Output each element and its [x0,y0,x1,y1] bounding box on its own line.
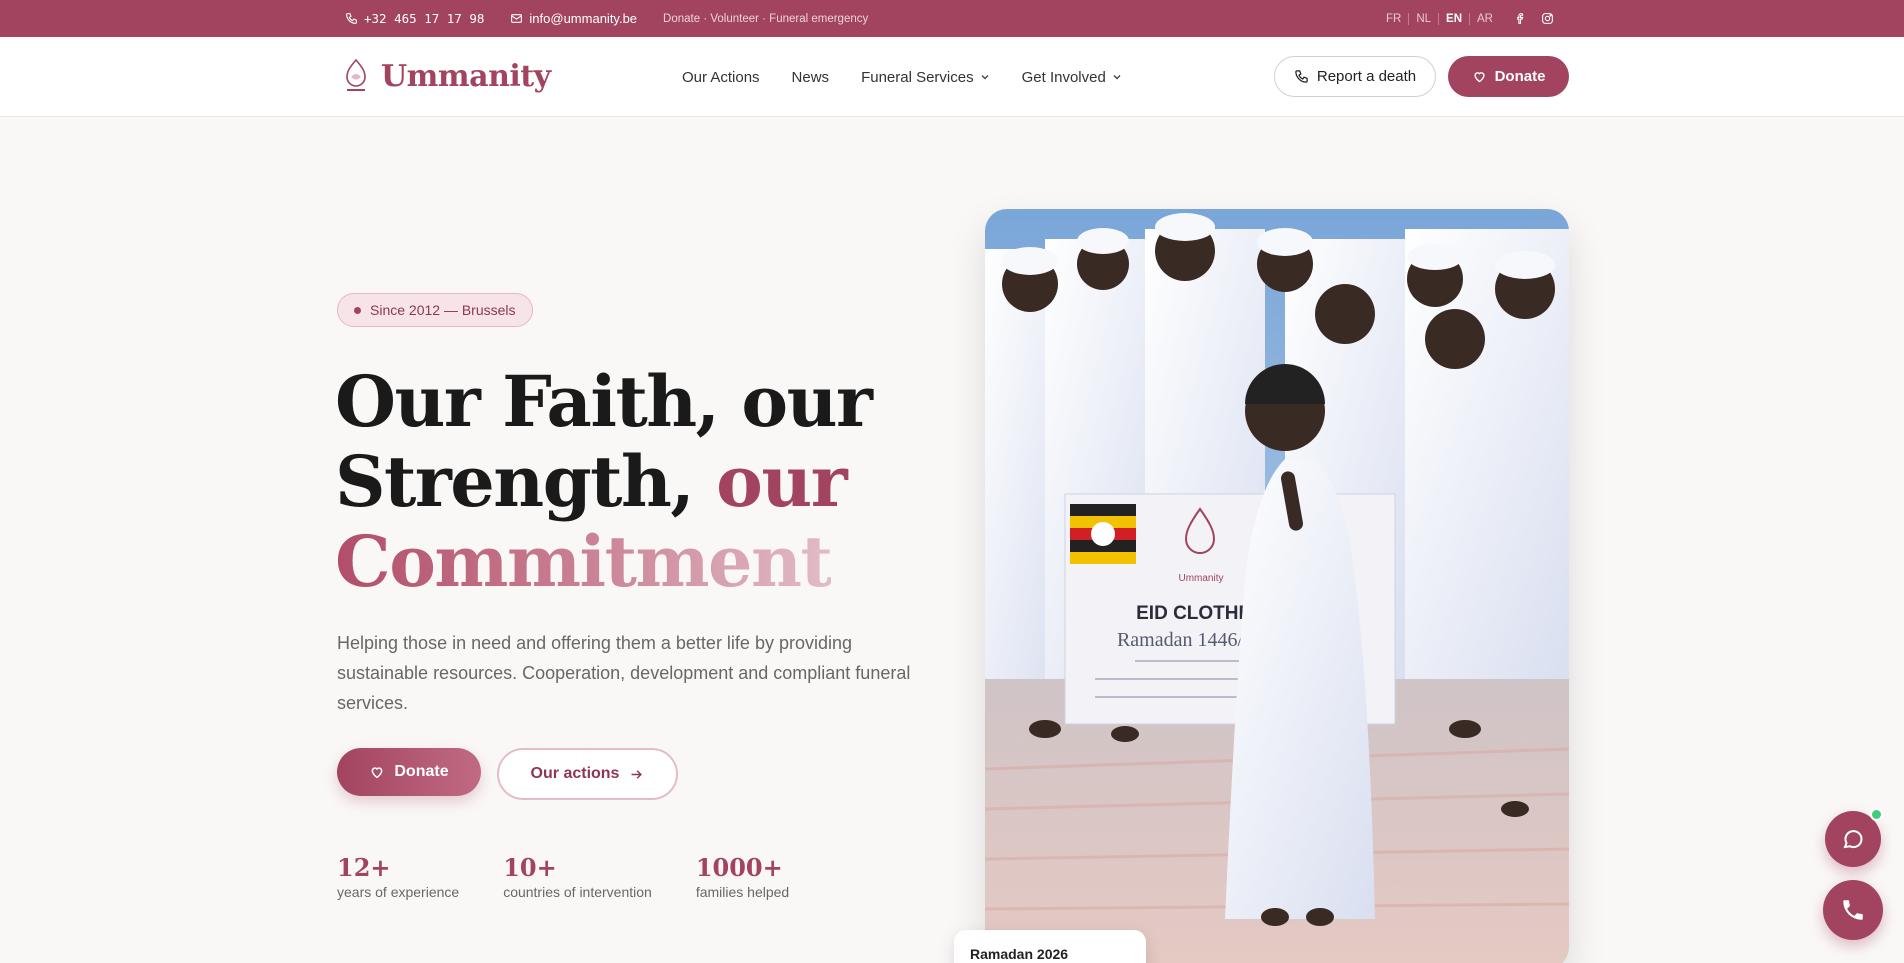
stat-label: families helped [695,884,790,900]
stats-row: 12+ years of experience 10+ countries of… [337,853,833,901]
phone-icon [1295,70,1308,83]
chevron-down-icon [981,75,989,80]
nav-our-actions-label: Our Actions [682,68,760,86]
nav-get-involved[interactable]: Get Involved [1022,69,1122,86]
phone-icon [1843,900,1863,920]
stat-label: years of experience [337,884,460,900]
badge-dot [354,306,361,314]
banner-brand: Ummanity [1178,573,1223,584]
uganda-flag-icon [1070,504,1136,564]
stat-families: 1000+ families helped [695,853,790,901]
since-badge: Since 2012 — Brussels [337,293,533,327]
phone-number: +32 465 17 17 98 [364,11,485,26]
instagram-icon[interactable] [1541,12,1554,25]
badge-text: Since 2012 — Brussels [370,302,516,318]
donate-label-nav: Donate [1494,68,1546,85]
mail-icon [511,14,523,23]
nav-news[interactable]: News [792,69,830,86]
online-status-dot [1870,808,1883,821]
logo-emblem-icon [346,58,366,91]
donate-button-hero[interactable]: Donate [337,748,481,796]
headline-our: our [716,440,847,523]
nav-get-involved-label: Get Involved [1021,68,1106,86]
our-actions-label: Our actions [530,765,620,782]
donate-button-nav[interactable]: Donate [1448,56,1569,97]
arrow-right-icon [631,769,643,779]
nav-funeral-services-label: Funeral Services [861,68,974,86]
our-actions-button[interactable]: Our actions [497,748,678,800]
heart-icon [371,767,383,779]
email-contact[interactable]: info@ummanity.be [510,11,637,26]
lang-nl[interactable]: NL [1408,12,1438,25]
report-death-label: Report a death [1316,68,1417,85]
hero-headline: Our Faith, our Strength, our Commitment [335,362,955,602]
headline-strength: Strength, [335,440,695,523]
headline-commitment: Commitment [335,520,833,603]
lang-ar[interactable]: AR [1469,12,1500,25]
lang-en[interactable]: EN [1438,12,1469,25]
hero-description: Helping those in need and offering them … [337,633,911,713]
stat-experience: 12+ years of experience [337,853,460,901]
campaign-card[interactable]: Ramadan 2026 [954,930,1146,963]
quick-links[interactable]: Donate · Volunteer · Funeral emergency [663,13,868,25]
heart-icon [1474,72,1485,83]
main-nav: Ummanity Our Actions News Funeral Servic… [0,37,1904,117]
donate-label-hero: Donate [394,763,449,780]
phone-contact[interactable]: +32 465 17 17 98 [345,11,484,26]
logo-text: Ummanity [381,58,551,94]
logo[interactable]: Ummanity [341,57,551,95]
stat-value: 1000+ [695,853,783,882]
email-address: info@ummanity.be [529,11,638,26]
stat-label: countries of intervention [503,884,652,900]
call-button[interactable] [1823,880,1883,940]
headline-line-2: Strength, our [335,442,955,522]
hero-photo: Ummanity EID CLOTHES Ramadan 1446/2025 [985,209,1569,963]
phone-icon [346,13,357,24]
chat-bubble-icon [1843,830,1863,849]
stat-value: 10+ [503,853,557,882]
stat-value: 12+ [337,853,391,882]
stat-countries: 10+ countries of intervention [503,853,652,901]
headline-line-1: Our Faith, our [335,360,873,443]
campaign-card-label: Ramadan 2026 [970,946,1069,962]
nav-funeral-services[interactable]: Funeral Services [861,69,990,86]
report-death-button[interactable]: Report a death [1274,56,1436,97]
chevron-down-icon [1113,75,1121,80]
lang-fr[interactable]: FR [1379,13,1408,25]
nav-our-actions[interactable]: Our Actions [682,69,760,86]
facebook-icon[interactable] [1514,12,1527,25]
top-bar: +32 465 17 17 98 info@ummanity.be Donate… [0,0,1904,37]
nav-news-label: News [791,68,830,86]
